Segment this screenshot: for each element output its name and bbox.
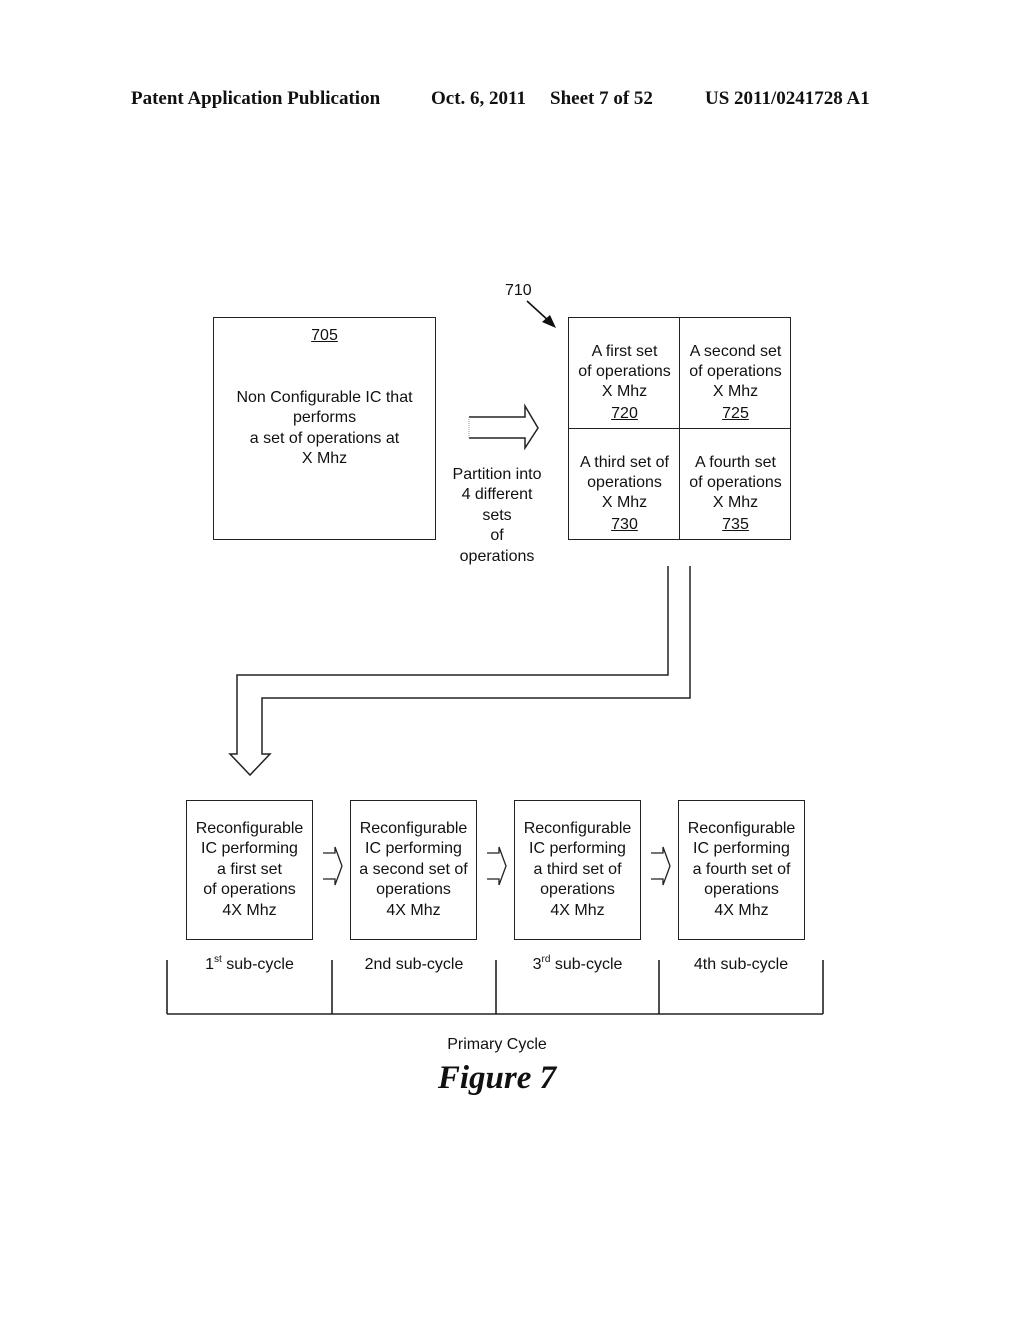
block-line: IC performing [693,840,790,858]
block-line: a fourth set of [692,860,791,878]
reconfigurable-block-text: Reconfigurable IC performing a first set… [187,819,312,921]
figure-caption: Figure 7 [437,1060,557,1096]
cell-line: X Mhz [712,383,759,401]
cell-line: operations [587,474,662,492]
block-line: Reconfigurable [359,820,468,837]
partition-label-line: sets [482,506,512,524]
partition-label-line: Partition into [452,466,542,483]
partition-label-line: of [490,527,504,545]
block-line: a first set [217,860,282,878]
block-line: operations [376,881,451,899]
small-arrow-icon-3 [651,846,671,886]
partition-label-line: 4 different [461,486,533,504]
sub-cycle-suffix: sub-cycle [716,956,789,973]
operation-set-cell-735: A fourth set of operations X Mhz 735 [680,453,791,534]
block-line: IC performing [365,840,462,858]
reconfigurable-block-text: Reconfigurable IC performing a third set… [515,819,640,921]
sub-cycle-suffix: sub-cycle [550,956,623,973]
small-arrow-icon-2 [487,846,507,886]
partitioned-operations-block: A first set of operations X Mhz 720 A se… [568,317,791,540]
block-line: 4X Mhz [222,901,277,919]
operation-set-cell-730: A third set of operations X Mhz 730 [569,453,680,534]
cell-line: X Mhz [712,494,759,512]
ref-730: 730 [611,515,638,533]
block-705-line: a set of operations at [249,429,400,447]
sub-cycle-prefix: 4th [693,956,717,973]
block-705-line: Non Configurable IC that [236,389,413,406]
non-configurable-ic-block: 705 Non Configurable IC that performs a … [213,317,436,540]
diagram-lines [166,300,824,1015]
cell-line: of operations [689,474,782,492]
block-line: 4X Mhz [714,901,769,919]
cell-line: A third set of [580,454,669,471]
primary-cycle-label: Primary Cycle [447,1036,547,1053]
block-line: a second set of [359,860,468,878]
sub-cycle-suffix: sub-cycle [221,956,294,973]
reconfigurable-block-text: Reconfigurable IC performing a second se… [351,819,476,921]
reconfigurable-block-1: Reconfigurable IC performing a first set… [186,800,313,940]
sub-cycle-label-3: 3rd sub-cycle [496,955,659,975]
ref-705: 705 [311,327,338,344]
block-line: Reconfigurable [687,820,796,837]
block-line: IC performing [529,840,626,858]
ref-710: 710 [505,282,532,299]
operation-set-cell-725: A second set of operations X Mhz 725 [680,342,791,423]
cell-line: A fourth set [695,454,776,471]
ref-735: 735 [722,515,749,533]
partition-label-line: operations [459,547,535,565]
block-705-line: X Mhz [301,450,348,468]
ref-720: 720 [611,404,638,422]
cell-line: of operations [578,363,671,381]
reconfigurable-block-text: Reconfigurable IC performing a fourth se… [679,819,804,921]
cell-line: of operations [689,363,782,381]
reconfigurable-block-4: Reconfigurable IC performing a fourth se… [678,800,805,940]
block-line: Reconfigurable [523,820,632,837]
cell-line: X Mhz [601,494,648,512]
sub-cycle-suffix: sub-cycle [391,956,464,973]
sub-cycle-label-4: 4th sub-cycle [659,955,823,975]
bent-down-arrow-icon [228,566,691,777]
block-705-description: Non Configurable IC that performs a set … [214,388,435,470]
block-line: a third set of [533,860,622,878]
sub-cycle-label-1: 1st sub-cycle [167,955,332,975]
cell-line: A first set [591,343,658,360]
ref-725: 725 [722,404,749,422]
partition-arrow-icon [469,403,539,451]
reconfigurable-block-2: Reconfigurable IC performing a second se… [350,800,477,940]
partition-label: Partition into 4 different sets of opera… [442,465,552,567]
sub-cycle-prefix: 2nd [364,956,392,973]
grid-divider-horizontal [569,428,790,429]
block-line: operations [540,881,615,899]
operation-set-cell-720: A first set of operations X Mhz 720 [569,342,680,423]
cell-line: A second set [689,343,782,360]
block-705-line: performs [292,409,357,427]
sub-cycle-prefix: 1 [205,956,215,973]
block-line: IC performing [201,840,298,858]
block-line: 4X Mhz [386,901,441,919]
block-line: 4X Mhz [550,901,605,919]
small-arrow-icon-1 [323,846,343,886]
reconfigurable-block-3: Reconfigurable IC performing a third set… [514,800,641,940]
cell-line: X Mhz [601,383,648,401]
block-line: Reconfigurable [195,820,304,837]
block-line: operations [704,881,779,899]
block-line: of operations [203,881,296,899]
sub-cycle-ordinal: st [214,954,222,965]
sub-cycle-label-2: 2nd sub-cycle [332,955,496,975]
